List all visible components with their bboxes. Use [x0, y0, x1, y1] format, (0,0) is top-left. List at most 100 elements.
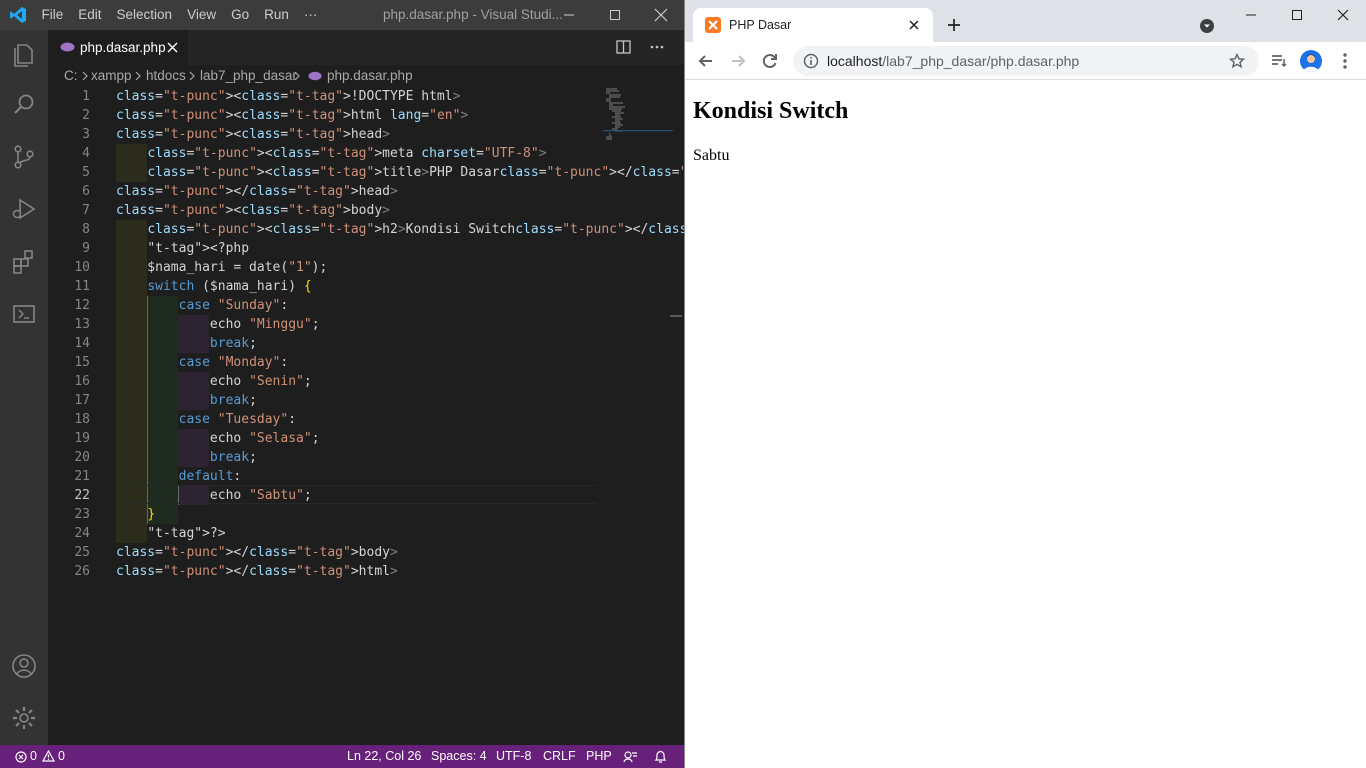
forward-arrow-icon[interactable]: [728, 51, 748, 71]
accounts-icon[interactable]: [9, 651, 39, 681]
code-line[interactable]: 26 class="t-punc"></class="t-tag">html>: [48, 562, 608, 581]
remote-explorer-icon[interactable]: [9, 299, 39, 329]
minimize-icon[interactable]: [1228, 0, 1274, 30]
code-line[interactable]: 22 echo "Sabtu";: [48, 486, 608, 505]
close-tab-icon[interactable]: [166, 41, 179, 54]
code-line[interactable]: 23 }: [48, 505, 608, 524]
code-line[interactable]: 12 case "Sunday":: [48, 296, 608, 315]
minimap[interactable]: [603, 87, 673, 147]
more-actions-icon[interactable]: [648, 39, 666, 55]
url-path: /lab7_php_dasar/php.dasar.php: [882, 53, 1080, 69]
warning-icon[interactable]: [42, 750, 55, 762]
code-line[interactable]: 24 "t-tag">?>: [48, 524, 608, 543]
code-line[interactable]: 14 break;: [48, 334, 608, 353]
menu-selection[interactable]: Selection: [109, 0, 180, 30]
breadcrumb-htdocs[interactable]: htdocs: [146, 65, 186, 87]
vscode-window: File Edit Selection View Go Run ··· php.…: [0, 0, 684, 768]
code-line[interactable]: 15 case "Monday":: [48, 353, 608, 372]
browser-toolbar: localhost/lab7_php_dasar/php.dasar.php: [685, 42, 1366, 80]
chevron-right-icon: [294, 71, 300, 81]
site-info-icon[interactable]: [803, 53, 819, 69]
menu-bar: File Edit Selection View Go Run ···: [34, 0, 325, 30]
code-text: class="t-punc"><class="t-tag">h2>Kondisi…: [147, 222, 684, 237]
menu-more[interactable]: ···: [296, 0, 325, 30]
notifications-bell-icon[interactable]: [654, 750, 667, 764]
close-window-icon[interactable]: [638, 0, 684, 30]
search-icon[interactable]: [9, 90, 39, 120]
code-text: echo "Sabtu";: [116, 488, 312, 503]
code-text: echo "Senin";: [116, 374, 312, 389]
profile-avatar[interactable]: [1300, 50, 1322, 72]
line-number: 16: [74, 374, 90, 389]
line-ending[interactable]: CRLF: [543, 745, 576, 768]
indentation-setting[interactable]: Spaces: 4: [431, 745, 487, 768]
maximize-icon[interactable]: [592, 0, 638, 30]
bookmark-star-icon[interactable]: [1229, 53, 1245, 69]
menu-run[interactable]: Run: [257, 0, 297, 30]
new-tab-icon[interactable]: [946, 17, 962, 33]
address-bar[interactable]: localhost/lab7_php_dasar/php.dasar.php: [793, 46, 1259, 76]
breadcrumb-folder[interactable]: lab7_php_dasar: [200, 65, 297, 87]
extensions-icon[interactable]: [9, 247, 39, 277]
menu-file[interactable]: File: [34, 0, 71, 30]
url-text[interactable]: localhost/lab7_php_dasar/php.dasar.php: [827, 46, 1079, 76]
close-window-icon[interactable]: [1320, 0, 1366, 30]
breadcrumb-file[interactable]: php.dasar.php: [327, 65, 413, 87]
menu-edit[interactable]: Edit: [71, 0, 109, 30]
explorer-icon[interactable]: [9, 39, 39, 69]
chrome-window: PHP Dasar localhost/lab7_php_dasar/php.d…: [684, 0, 1366, 768]
reading-list-icon[interactable]: [1269, 51, 1289, 71]
code-line[interactable]: 1 class="t-punc"><class="t-tag">!DOCTYPE …: [48, 87, 608, 106]
code-editor[interactable]: 1 class="t-punc"><class="t-tag">!DOCTYPE …: [48, 87, 684, 745]
menu-view[interactable]: View: [180, 0, 224, 30]
source-control-icon[interactable]: [9, 142, 39, 172]
error-count[interactable]: 0: [30, 745, 37, 768]
browser-tab-php-dasar[interactable]: PHP Dasar: [693, 8, 933, 42]
code-line[interactable]: 3 class="t-punc"><class="t-tag">head>: [48, 125, 608, 144]
maximize-icon[interactable]: [1274, 0, 1320, 30]
file-encoding[interactable]: UTF-8: [496, 745, 531, 768]
breadcrumb-drive[interactable]: C:: [64, 65, 78, 87]
tab-search-icon[interactable]: [1199, 18, 1215, 34]
menu-go[interactable]: Go: [224, 0, 257, 30]
code-text: echo "Minggu";: [116, 317, 320, 332]
code-text: class="t-punc"></class="t-tag">body>: [116, 545, 398, 560]
cursor-position[interactable]: Ln 22, Col 26: [347, 745, 421, 768]
code-line[interactable]: 5 class="t-punc"><class="t-tag">title>PH…: [48, 163, 684, 182]
warning-count[interactable]: 0: [58, 745, 65, 768]
run-debug-icon[interactable]: [9, 194, 39, 224]
scrollbar-position-marker[interactable]: [670, 315, 682, 317]
editor-tab-php-dasar[interactable]: php.dasar.php: [48, 30, 188, 65]
code-line[interactable]: 9 "t-tag"><?php: [48, 239, 608, 258]
code-line[interactable]: 2 class="t-punc"><class="t-tag">html lang…: [48, 106, 608, 125]
reload-icon[interactable]: [760, 51, 780, 71]
code-line[interactable]: 11 switch ($nama_hari) {: [48, 277, 608, 296]
line-number: 21: [74, 469, 90, 484]
code-line[interactable]: 20 break;: [48, 448, 608, 467]
back-arrow-icon[interactable]: [696, 51, 716, 71]
code-line[interactable]: 4 class="t-punc"><class="t-tag">meta cha…: [48, 144, 608, 163]
code-line[interactable]: 7 class="t-punc"><class="t-tag">body>: [48, 201, 608, 220]
code-text: break;: [209, 336, 257, 351]
code-line[interactable]: 8 class="t-punc"><class="t-tag">h2>Kondi…: [48, 220, 684, 239]
line-number: 12: [74, 298, 90, 313]
code-line[interactable]: 16 echo "Senin";: [48, 372, 608, 391]
code-line[interactable]: 6 class="t-punc"></class="t-tag">head>: [48, 182, 608, 201]
manage-gear-icon[interactable]: [9, 703, 39, 733]
error-icon[interactable]: [15, 751, 27, 763]
code-line[interactable]: 18 case "Tuesday":: [48, 410, 608, 429]
code-line[interactable]: 19 echo "Selasa";: [48, 429, 608, 448]
code-line[interactable]: 10 $nama_hari = date("1");: [48, 258, 608, 277]
code-line[interactable]: 25 class="t-punc"></class="t-tag">body>: [48, 543, 608, 562]
feedback-icon[interactable]: [623, 750, 638, 763]
code-line[interactable]: 17 break;: [48, 391, 608, 410]
close-tab-icon[interactable]: [908, 19, 920, 31]
menu-kebab-icon[interactable]: [1335, 51, 1355, 71]
code-line[interactable]: 13 echo "Minggu";: [48, 315, 608, 334]
split-editor-icon[interactable]: [615, 39, 633, 55]
browser-tab-title: PHP Dasar: [729, 18, 792, 32]
minimize-icon[interactable]: [546, 0, 592, 30]
code-line[interactable]: 21 default:: [48, 467, 608, 486]
language-mode[interactable]: PHP: [586, 745, 612, 768]
breadcrumb-xampp[interactable]: xampp: [91, 65, 132, 87]
